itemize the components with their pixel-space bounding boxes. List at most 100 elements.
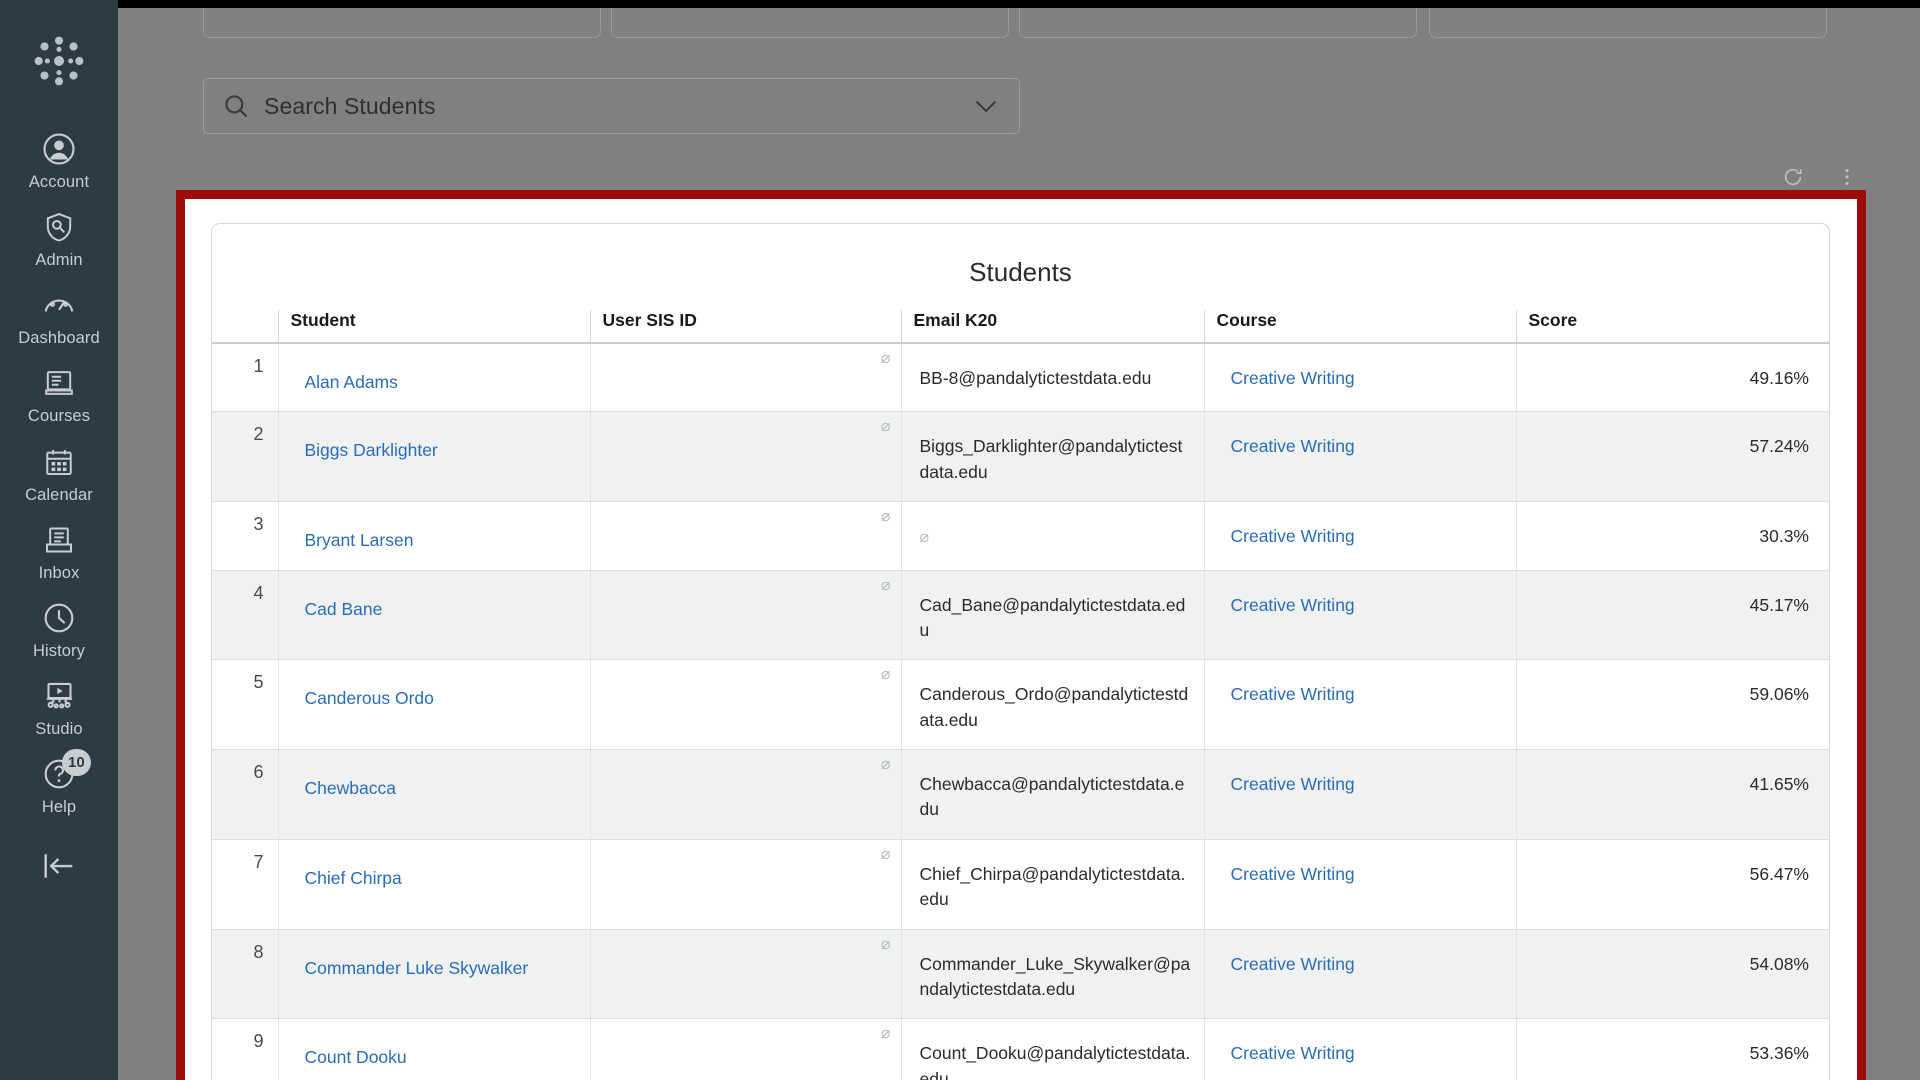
course-link[interactable]: Creative Writing <box>1231 526 1355 546</box>
refresh-icon[interactable] <box>1782 166 1804 188</box>
collapse-nav-button[interactable] <box>0 847 118 885</box>
course-link[interactable]: Creative Writing <box>1231 595 1355 615</box>
filter-chip-2[interactable] <box>611 8 1009 38</box>
email-cell: Canderous_Ordo@pandalytictestdata.edu <box>900 659 1204 750</box>
nav-label-inbox: Inbox <box>38 563 80 582</box>
page-title: Students <box>969 257 1072 287</box>
nav-item-courses[interactable]: Courses <box>0 356 118 434</box>
col-index <box>212 310 278 344</box>
no-entry-icon: ⌀ <box>919 529 930 547</box>
nav-label-history: History <box>32 641 86 660</box>
nav-item-help[interactable]: 10 Help <box>0 747 118 825</box>
filter-chip-1[interactable] <box>203 8 601 38</box>
calendar-icon <box>39 442 79 482</box>
kebab-menu-icon[interactable] <box>1836 166 1858 188</box>
nav-item-studio[interactable]: Studio <box>0 669 118 747</box>
window-top-bar <box>0 0 1920 8</box>
user-sis-id-cell: ⌀ <box>589 343 901 413</box>
row-index: 5 <box>212 659 278 750</box>
score-cell: 53.36% <box>1515 1018 1829 1080</box>
col-score[interactable]: Score <box>1515 310 1829 344</box>
table-row: 7 Chief Chirpa ⌀ Chief_Chirpa@pandalytictes… <box>212 839 1829 930</box>
student-link[interactable]: Canderous Ordo <box>305 688 434 708</box>
col-course[interactable]: Course <box>1203 310 1516 344</box>
course-link[interactable]: Creative Writing <box>1231 684 1355 704</box>
student-link[interactable]: Count Dooku <box>305 1047 407 1067</box>
filter-chip-3[interactable] <box>1019 8 1417 38</box>
col-email-k20[interactable]: Email K20 <box>900 310 1204 344</box>
search-students-field[interactable]: Search Students <box>203 78 1020 134</box>
user-sis-id-cell: ⌀ <box>589 929 901 1020</box>
student-link[interactable]: Chewbacca <box>305 778 396 798</box>
course-link[interactable]: Creative Writing <box>1231 954 1355 974</box>
student-link[interactable]: Alan Adams <box>305 372 398 392</box>
nav-item-dashboard[interactable]: Dashboard <box>0 278 118 356</box>
student-cell: Cad Bane <box>277 570 590 661</box>
chevron-down-icon[interactable] <box>971 91 1001 121</box>
email-cell: BB-8@pandalytictestdata.edu <box>900 343 1204 413</box>
email-cell: Commander_Luke_Skywalker@pandalytictestd… <box>900 929 1204 1020</box>
filter-chip-4[interactable] <box>1429 8 1827 38</box>
nav-item-admin[interactable]: Admin <box>0 200 118 278</box>
student-cell: Chewbacca <box>277 749 590 840</box>
table-row: 8 Commander Luke Skywalker ⌀ Commander_Luke… <box>212 929 1829 1020</box>
student-link[interactable]: Chief Chirpa <box>305 868 402 888</box>
nav-item-account[interactable]: Account <box>0 122 118 200</box>
clock-icon <box>39 598 79 638</box>
course-link[interactable]: Creative Writing <box>1231 368 1355 388</box>
user-sis-id-cell: ⌀ <box>589 501 901 571</box>
table-row: 6 Chewbacca ⌀ Chewbacca@pandalytictestdata.… <box>212 749 1829 840</box>
email-value: Canderous_Ordo@pandalytictestdata.edu <box>919 684 1189 730</box>
shield-wrench-icon <box>39 207 79 247</box>
student-link[interactable]: Biggs Darklighter <box>305 440 438 460</box>
email-value: Commander_Luke_Skywalker@pandalytictestd… <box>919 953 1191 999</box>
collapse-arrow-icon <box>44 854 73 878</box>
email-cell: Biggs_Darklighter@pandalytictestdata.edu <box>900 411 1204 503</box>
course-link[interactable]: Creative Writing <box>1231 436 1355 456</box>
student-cell: Alan Adams <box>277 343 590 413</box>
email-cell: Chief_Chirpa@pandalytictestdata.edu <box>900 839 1204 930</box>
user-sis-id-cell: ⌀ <box>589 659 901 750</box>
row-index: 8 <box>212 929 278 1020</box>
no-entry-icon: ⌀ <box>880 576 891 594</box>
col-student[interactable]: Student <box>277 310 590 344</box>
nav-item-inbox[interactable]: Inbox <box>0 513 118 591</box>
search-placeholder: Search Students <box>264 92 436 119</box>
email-value: Chief_Chirpa@pandalytictestdata.edu <box>919 863 1186 910</box>
no-entry-icon: ⌀ <box>880 935 891 953</box>
course-link[interactable]: Creative Writing <box>1231 774 1355 794</box>
score-cell: 59.06% <box>1515 659 1829 750</box>
student-cell: Bryant Larsen <box>277 501 590 571</box>
row-index: 4 <box>212 570 278 661</box>
no-entry-icon: ⌀ <box>880 508 891 526</box>
student-link[interactable]: Cad Bane <box>305 599 383 619</box>
report-toolbar <box>1782 166 1858 188</box>
email-value: Biggs_Darklighter@pandalytictestdata.edu <box>919 436 1183 482</box>
no-entry-icon: ⌀ <box>880 418 891 436</box>
nav-label-admin: Admin <box>35 251 83 270</box>
student-link[interactable]: Bryant Larsen <box>305 530 414 550</box>
course-cell: Creative Writing <box>1203 839 1516 930</box>
nav-item-calendar[interactable]: Calendar <box>0 435 118 513</box>
email-cell: Cad_Bane@pandalytictestdata.edu <box>900 570 1204 661</box>
email-value: BB-8@pandalytictestdata.edu <box>919 368 1152 388</box>
course-cell: Creative Writing <box>1203 1018 1516 1080</box>
email-cell: Chewbacca@pandalytictestdata.edu <box>900 749 1204 840</box>
course-link[interactable]: Creative Writing <box>1231 1043 1355 1063</box>
score-cell: 41.65% <box>1515 749 1829 840</box>
email-value: Count_Dooku@pandalytictestdata.edu <box>919 1043 1191 1080</box>
student-cell: Count Dooku <box>277 1018 590 1080</box>
nav-label-help: Help <box>41 798 77 817</box>
row-index: 3 <box>212 501 278 571</box>
nav-item-history[interactable]: History <box>0 591 118 669</box>
student-link[interactable]: Commander Luke Skywalker <box>305 958 529 978</box>
table-row: 3 Bryant Larsen ⌀ ⌀ Creative Writing 30.3% <box>212 501 1829 571</box>
col-user-sis-id[interactable]: User SIS ID <box>589 310 901 344</box>
table-row: 1 Alan Adams ⌀ BB-8@pandalytictestdata.edu C… <box>212 343 1829 413</box>
table-row: 5 Canderous Ordo ⌀ Canderous_Ordo@pandalyti… <box>212 659 1829 750</box>
canvas-logo[interactable] <box>28 30 90 92</box>
students-table: Student User SIS ID Email K20 Course Sco… <box>212 310 1829 1080</box>
book-icon <box>39 363 79 403</box>
no-entry-icon: ⌀ <box>880 666 891 684</box>
course-link[interactable]: Creative Writing <box>1231 864 1355 884</box>
